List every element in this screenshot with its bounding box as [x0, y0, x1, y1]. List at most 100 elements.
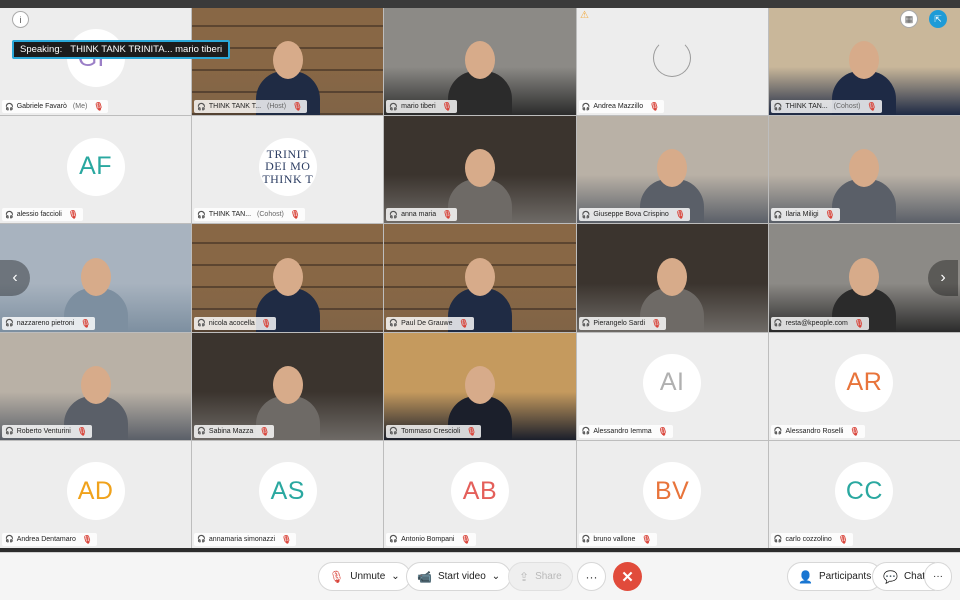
audio-device-icon: 🎧 [581, 536, 591, 544]
participant-name-label: 🎧 anna maria 🎙 [386, 208, 458, 222]
start-video-label: Start video [437, 571, 486, 582]
next-page-arrow-icon[interactable]: › [928, 260, 958, 296]
speaking-indicator: Speaking: THINK TANK TRINITA... mario ti… [12, 40, 231, 59]
participant-name: annamaria simonazzi [208, 535, 276, 543]
organization-logo-avatar: TRINIT DEI MO THINK T [258, 137, 317, 196]
participant-tile[interactable]: TRINIT DEI MO THINK T 🎧 THINK TAN... (Cohost)… [192, 116, 384, 224]
speaking-label: Speaking: [20, 44, 63, 55]
participant-tile[interactable]: BV 🎧 bruno vallone 🎙 [576, 440, 768, 548]
participant-tile[interactable]: 🎧 Giuseppe Bova Crispino 🎙 [576, 116, 768, 224]
audio-device-icon: 🎧 [773, 428, 783, 436]
layout-toggle-icon[interactable]: ⇱ [929, 10, 947, 28]
participant-tile[interactable]: 🎧 mario tiberi 🎙 [384, 8, 576, 116]
share-icon: ⇪ [519, 569, 530, 584]
audio-device-icon: 🎧 [773, 536, 783, 544]
mic-muted-icon: 🎙 [460, 534, 471, 544]
participant-tile[interactable]: AD 🎧 Andrea Dentamaro 🎙 [0, 440, 192, 548]
participant-name-label: 🎧 Giuseppe Bova Crispino 🎙 [578, 208, 690, 222]
share-label: Share [535, 571, 562, 582]
participant-head [849, 257, 880, 296]
mic-muted-icon: 🎙 [292, 102, 303, 112]
participant-tile[interactable]: AR 🎧 Alessandro Roselli 🎙 [768, 332, 960, 440]
participant-head [849, 149, 880, 188]
participant-name: Ilaria Miligi [785, 211, 819, 219]
participant-tile[interactable]: 🎧 Roberto Venturini 🎙 [0, 332, 192, 440]
participant-tile[interactable]: 🎧 nicola acocella 🎙 [192, 224, 384, 332]
mic-muted-icon: 🎙 [259, 426, 270, 436]
participant-name: THINK TAN... [785, 103, 828, 111]
participant-tile[interactable]: GF🎧Gabriele Favarò(Me)🎙 [0, 8, 192, 116]
audio-device-icon: 🎧 [389, 428, 399, 436]
participant-name-label: 🎧 THINK TAN... (Cohost) 🎙 [770, 100, 882, 114]
participant-tile[interactable]: 🎧 Andrea Mazzillo 🎙 [576, 8, 768, 116]
participant-tile[interactable]: 🎧 Ilaria Miligi 🎙 [768, 116, 960, 224]
participant-head [464, 41, 495, 80]
participant-head [464, 257, 495, 296]
participant-head [464, 149, 495, 188]
participant-head [657, 257, 688, 296]
grid-view-icon[interactable]: ▦ [900, 10, 918, 28]
participants-button[interactable]: 👤 Participants [787, 562, 883, 591]
chevron-down-icon[interactable]: ⌄ [391, 571, 399, 582]
audio-device-icon: 🎧 [197, 320, 206, 328]
mic-muted-icon: 🎙 [849, 426, 860, 436]
audio-device-icon: 🎧 [5, 320, 14, 328]
participant-name: Andrea Dentamaro [16, 535, 76, 543]
participant-tile[interactable]: AB 🎧 Antonio Bompani 🎙 [384, 440, 576, 548]
participant-name-label: 🎧 resta@kpeople.com 🎙 [770, 316, 870, 330]
participant-name: anna maria [401, 211, 437, 219]
participant-name: Giuseppe Bova Crispino [593, 211, 669, 219]
participant-head [80, 365, 111, 404]
unmute-button[interactable]: 🎙 Unmute ⌄ [318, 562, 411, 591]
participant-name: Alessandro Roselli [785, 427, 844, 435]
participant-name-label: 🎧 Andrea Dentamaro 🎙 [2, 532, 98, 546]
logo-text-line: THINK T [262, 171, 314, 186]
audio-device-icon: 🎧 [5, 211, 14, 219]
info-icon[interactable]: i [12, 11, 29, 28]
participant-tile[interactable]: CC 🎧 carlo cozzolino 🎙 [768, 440, 960, 548]
participant-name: Sabina Mazza [208, 427, 254, 435]
speaking-names: THINK TANK TRINITA... mario tiberi [70, 44, 223, 55]
chevron-down-icon[interactable]: ⌄ [492, 571, 500, 582]
participant-name-label: 🎧 nicola acocella 🎙 [194, 316, 276, 330]
participant-tile[interactable]: 🎧 THINK TANK T... (Host) 🎙 [192, 8, 384, 116]
participant-tile[interactable]: 🎧 Tommaso Crescioli 🎙 [384, 332, 576, 440]
end-call-button[interactable]: ✕ [613, 562, 642, 591]
participant-tile[interactable]: AF 🎧 alessio faccioli 🎙 [0, 116, 192, 224]
participant-tile[interactable]: 🎧 Pierangelo Sardi 🎙 [576, 224, 768, 332]
mic-muted-icon: 🎙 [651, 318, 662, 328]
mic-muted-icon: 🎙 [458, 318, 469, 328]
window-top-strip [0, 0, 960, 8]
participant-role: (Host) [267, 103, 287, 111]
participant-role: (Cohost) [257, 211, 284, 219]
mic-muted-icon: 🎙 [866, 102, 877, 112]
participant-tile[interactable]: AS 🎧 annamaria simonazzi 🎙 [192, 440, 384, 548]
participant-name-label: 🎧 Ilaria Miligi 🎙 [770, 208, 840, 222]
toolbar-more-button[interactable]: ··· [924, 562, 952, 591]
participant-tile[interactable]: 🎧 anna maria 🎙 [384, 116, 576, 224]
participant-name: nazzareno pietroni [16, 319, 75, 327]
start-video-button[interactable]: 📹 Start video ⌄ [406, 562, 512, 591]
participant-tile[interactable]: 🎧 Sabina Mazza 🎙 [192, 332, 384, 440]
mic-muted-icon: 🎙 [641, 534, 652, 544]
participant-avatar: AF [66, 137, 125, 196]
audio-device-icon: 🎧 [773, 103, 783, 111]
audio-device-icon: 🎧 [389, 536, 399, 544]
participant-name: Pierangelo Sardi [593, 319, 646, 327]
mic-muted-icon: 🎙 [81, 534, 93, 544]
mic-muted-icon: 🎙 [67, 210, 79, 220]
participant-name: Alessandro Iemma [593, 427, 652, 435]
participant-name: THINK TANK T... [208, 103, 262, 111]
participant-tile[interactable]: AI 🎧 Alessandro Iemma 🎙 [576, 332, 768, 440]
loading-spinner-icon [653, 39, 692, 78]
participant-head [849, 41, 880, 80]
participant-name: resta@kpeople.com [785, 319, 848, 327]
participant-name: Gabriele Favarò [16, 103, 67, 111]
share-button[interactable]: ⇪ Share [508, 562, 573, 591]
participant-name: THINK TAN... [208, 211, 252, 219]
participant-name: Tommaso Crescioli [401, 427, 461, 435]
more-options-button[interactable]: ··· [577, 562, 606, 591]
chat-icon: 💬 [883, 569, 898, 584]
participant-tile[interactable]: 🎧 Paul De Grauwe 🎙 [384, 224, 576, 332]
participant-avatar: AS [258, 462, 317, 521]
